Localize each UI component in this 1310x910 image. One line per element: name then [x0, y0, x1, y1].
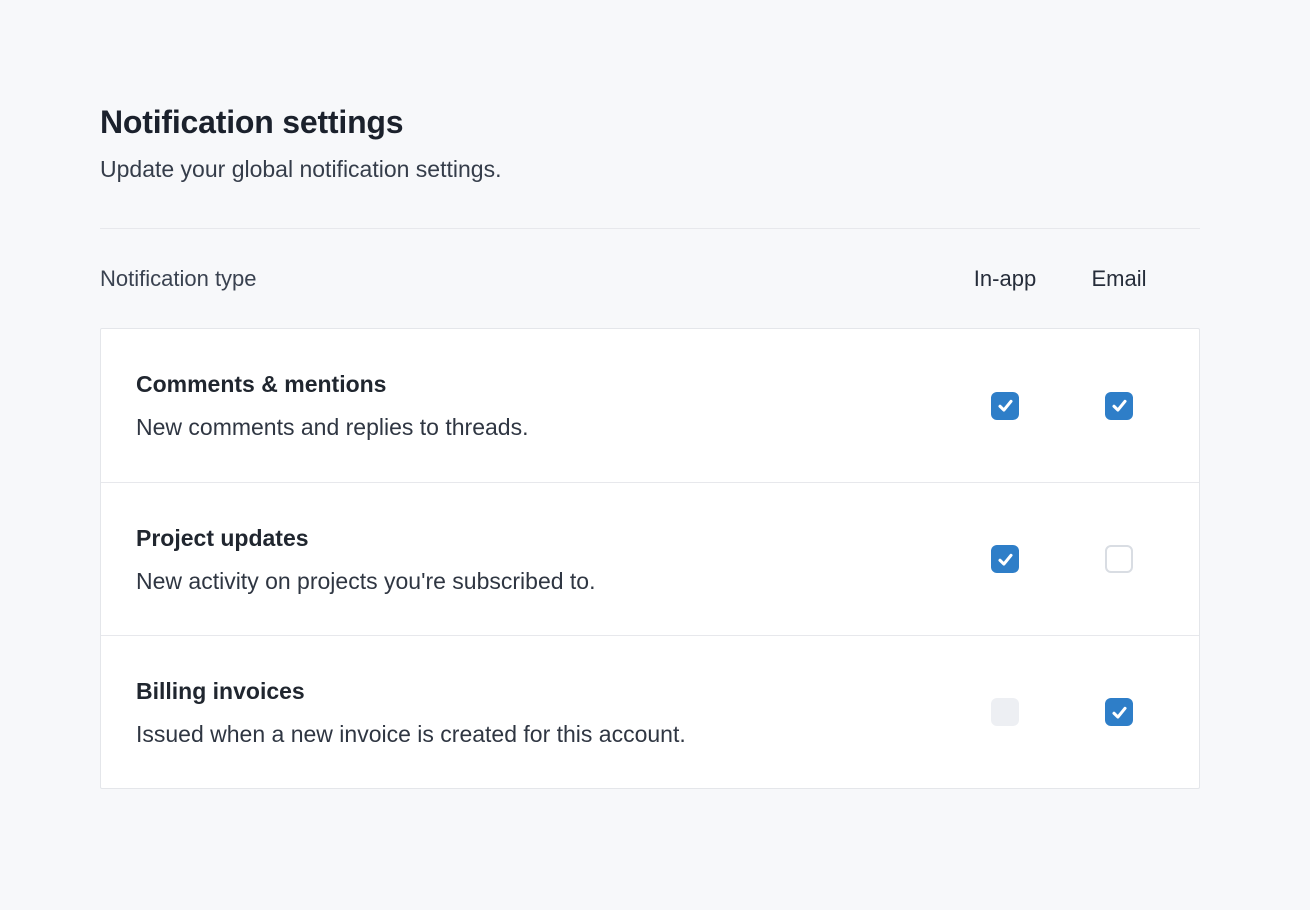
row-text: Project updates New activity on projects…: [136, 523, 931, 596]
check-icon: [1110, 703, 1129, 722]
in-app-cell: [955, 545, 1055, 573]
check-icon: [996, 550, 1015, 569]
page-title: Notification settings: [100, 102, 1200, 142]
row-text: Comments & mentions New comments and rep…: [136, 369, 931, 442]
page-subtitle: Update your global notification settings…: [100, 154, 1200, 184]
row-title: Comments & mentions: [136, 369, 931, 399]
column-header-in-app: In-app: [955, 266, 1055, 292]
table-row: Billing invoices Issued when a new invoi…: [101, 635, 1199, 788]
row-title: Billing invoices: [136, 676, 931, 706]
row-text: Billing invoices Issued when a new invoi…: [136, 676, 931, 749]
row-description: Issued when a new invoice is created for…: [136, 719, 931, 749]
row-title: Project updates: [136, 523, 931, 553]
column-header-notification-type: Notification type: [100, 266, 931, 292]
row-description: New comments and replies to threads.: [136, 412, 931, 442]
table-header-row: Notification type In-app Email: [100, 229, 1200, 328]
column-header-email: Email: [1079, 266, 1159, 292]
table-row: Comments & mentions New comments and rep…: [101, 329, 1199, 482]
checkbox-billing-in-app: [991, 698, 1019, 726]
check-icon: [996, 396, 1015, 415]
checkbox-billing-email[interactable]: [1105, 698, 1133, 726]
email-cell: [1079, 392, 1159, 420]
checkbox-projects-in-app[interactable]: [991, 545, 1019, 573]
row-description: New activity on projects you're subscrib…: [136, 566, 931, 596]
in-app-cell: [955, 698, 1055, 726]
table-row: Project updates New activity on projects…: [101, 482, 1199, 635]
checkbox-comments-email[interactable]: [1105, 392, 1133, 420]
notification-settings-panel: Notification settings Update your global…: [100, 0, 1200, 789]
notification-settings-card: Comments & mentions New comments and rep…: [100, 328, 1200, 789]
in-app-cell: [955, 392, 1055, 420]
checkbox-comments-in-app[interactable]: [991, 392, 1019, 420]
check-icon: [1110, 396, 1129, 415]
email-cell: [1079, 545, 1159, 573]
checkbox-projects-email[interactable]: [1105, 545, 1133, 573]
email-cell: [1079, 698, 1159, 726]
